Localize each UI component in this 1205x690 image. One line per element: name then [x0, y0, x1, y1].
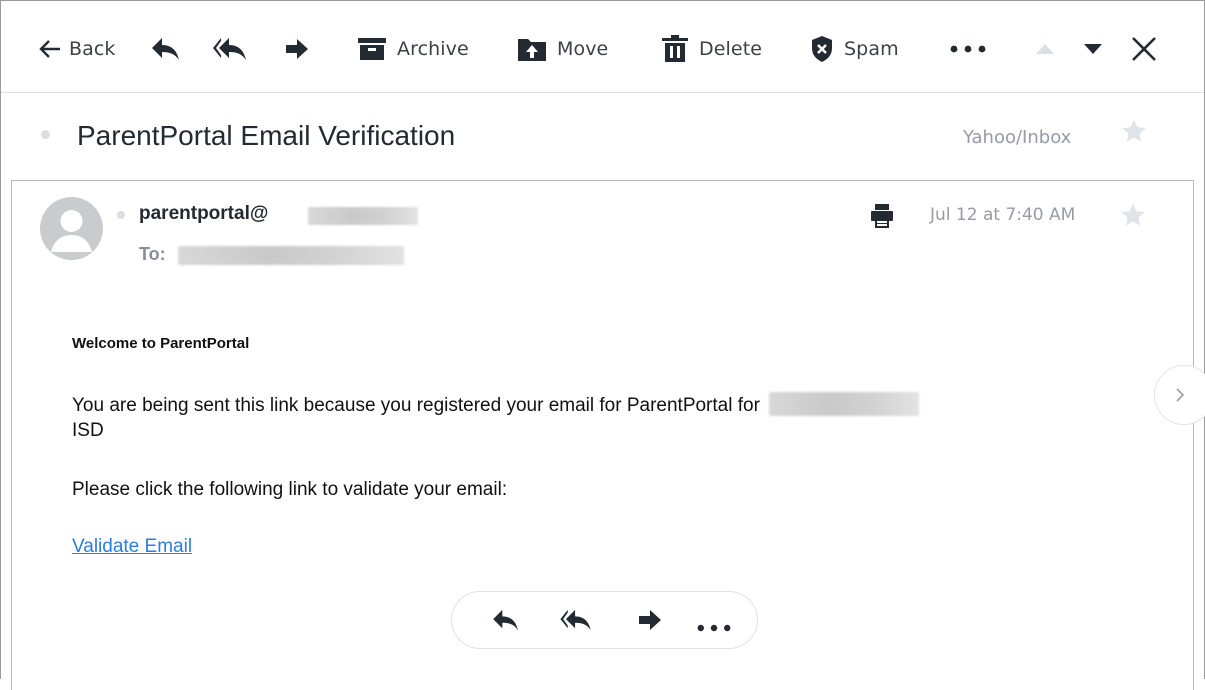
sender-address[interactable]: parentportal@: [139, 203, 268, 225]
reply-all-button[interactable]: [213, 31, 247, 67]
forward-icon: [286, 39, 308, 59]
close-button[interactable]: [1131, 31, 1157, 67]
to-label: To:: [139, 244, 166, 264]
quick-reply-button[interactable]: [492, 609, 520, 635]
spam-label: Spam: [844, 38, 899, 60]
intro-line-2: ISD: [72, 420, 104, 441]
intro-paragraph: You are being sent this link because you…: [72, 392, 1112, 443]
thread-star-button[interactable]: [1121, 118, 1147, 148]
previous-message-button[interactable]: [1035, 31, 1055, 67]
star-icon: [1121, 203, 1145, 226]
quick-forward-button[interactable]: [638, 609, 662, 635]
printer-icon: [871, 204, 893, 228]
avatar-person-icon: [51, 210, 92, 252]
redacted-recipient: [178, 246, 404, 265]
subject-row: ParentPortal Email Verification Yahoo/In…: [1, 94, 1204, 180]
reply-all-icon: [560, 609, 591, 631]
chevron-right-icon: [1176, 388, 1185, 402]
spam-button[interactable]: Spam: [810, 31, 899, 67]
unread-indicator: [41, 130, 50, 139]
message-date: Jul 12 at 7:40 AM: [930, 205, 1076, 225]
email-window: Back Archive Move Delete Spam ParentPort…: [0, 0, 1205, 690]
move-label: Move: [557, 38, 609, 60]
star-icon: [1122, 119, 1146, 142]
delete-label: Delete: [699, 38, 763, 60]
sender-unread-dot: [117, 211, 125, 219]
folder-label: Yahoo/Inbox: [963, 127, 1072, 148]
back-arrow-icon: [39, 40, 60, 58]
quick-more-button[interactable]: [697, 617, 731, 636]
redacted-sender-domain: [308, 207, 418, 225]
next-message-button[interactable]: [1083, 31, 1103, 67]
welcome-heading: Welcome to ParentPortal: [72, 335, 250, 352]
reply-button[interactable]: [151, 31, 181, 67]
instruction-paragraph: Please click the following link to valid…: [72, 479, 508, 500]
previous-icon: [1036, 44, 1054, 54]
next-icon: [1084, 44, 1102, 54]
reply-icon: [152, 38, 179, 60]
back-label: Back: [69, 38, 116, 60]
move-icon: [518, 39, 546, 61]
message-card: parentportal@ To: Jul 12 at 7:40 AM Welc…: [11, 180, 1194, 690]
validate-email-link[interactable]: Validate Email: [72, 536, 192, 558]
quick-actions-bar: [451, 591, 758, 649]
quick-reply-all-button[interactable]: [560, 609, 592, 635]
archive-icon: [358, 38, 386, 60]
forward-button[interactable]: [285, 31, 309, 67]
next-message-side-button[interactable]: [1154, 365, 1205, 425]
reply-icon: [493, 609, 518, 631]
reply-all-icon: [213, 38, 246, 60]
message-subject: ParentPortal Email Verification: [77, 120, 456, 151]
archive-button[interactable]: Archive: [357, 31, 469, 67]
message-star-button[interactable]: [1120, 202, 1146, 232]
more-icon: [950, 45, 986, 53]
delete-button[interactable]: Delete: [661, 31, 762, 67]
forward-icon: [639, 610, 661, 630]
close-icon: [1132, 37, 1156, 61]
delete-icon: [662, 35, 688, 62]
spam-icon: [812, 36, 832, 62]
sender-avatar[interactable]: [40, 197, 103, 260]
toolbar: Back Archive Move Delete Spam: [1, 1, 1204, 93]
move-button[interactable]: Move: [517, 31, 608, 67]
archive-label: Archive: [397, 38, 469, 60]
intro-line-1: You are being sent this link because you…: [72, 395, 760, 416]
redacted-district-name: [769, 392, 920, 416]
more-button[interactable]: [950, 31, 986, 67]
print-button[interactable]: [870, 203, 894, 233]
back-button[interactable]: Back: [39, 31, 116, 67]
more-icon: [697, 624, 731, 632]
